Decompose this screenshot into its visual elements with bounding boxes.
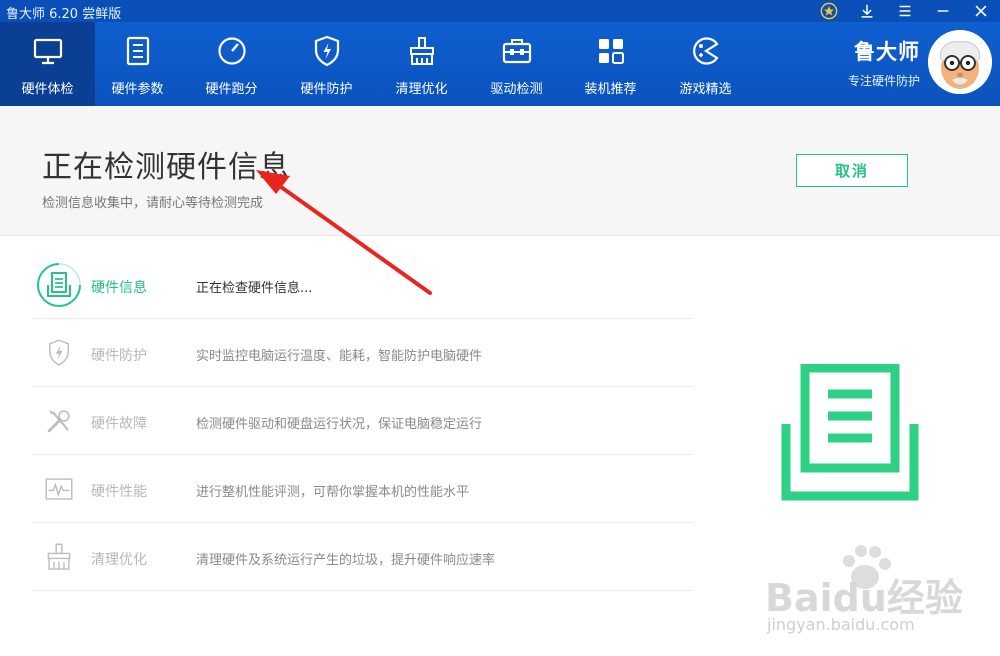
- check-name: 硬件性能: [91, 484, 147, 500]
- baidu-watermark: Baidu经验 jingyan.baidu.com: [765, 545, 995, 645]
- nav-item-hardware-check[interactable]: 硬件体检: [0, 22, 95, 106]
- check-description: 清理硬件及系统运行产生的垃圾，提升硬件响应速率: [196, 553, 496, 568]
- star-icon: [820, 2, 838, 20]
- nav-label: 硬件防护: [300, 82, 353, 97]
- check-name: 清理优化: [91, 552, 147, 568]
- shield-bolt-icon: [314, 35, 339, 67]
- watermark-text: Baidu经验: [765, 576, 963, 620]
- check-name: 硬件信息: [91, 280, 147, 296]
- brand: 鲁大师 专注硬件防护: [848, 36, 920, 89]
- close-icon: [975, 5, 987, 17]
- minimize-icon: [937, 10, 949, 12]
- toolbox-icon: [502, 39, 531, 64]
- window-controls: [810, 0, 1000, 22]
- minimize-button[interactable]: [924, 0, 962, 22]
- menu-button[interactable]: [886, 0, 924, 22]
- nav-label: 装机推荐: [584, 82, 637, 97]
- nav-item-cleanup[interactable]: 清理优化: [374, 22, 469, 106]
- shield-bolt-icon: [35, 329, 83, 377]
- check-description: 检测硬件驱动和硬盘运行状况，保证电脑稳定运行: [196, 417, 483, 432]
- nav-label: 硬件体检: [21, 82, 74, 97]
- close-button[interactable]: [962, 0, 1000, 22]
- page-subtitle: 检测信息收集中，请耐心等待检测完成: [42, 196, 264, 211]
- check-status: 正在检查硬件信息...: [196, 281, 313, 296]
- nav-item-games[interactable]: 游戏精选: [658, 22, 753, 106]
- download-button[interactable]: [848, 0, 886, 22]
- document-tray-icon: [35, 261, 83, 309]
- avatar[interactable]: [928, 30, 992, 94]
- nav-label: 硬件跑分: [205, 82, 258, 97]
- broom-icon: [409, 37, 434, 65]
- download-icon: [861, 4, 873, 18]
- star-badge-button[interactable]: [810, 0, 848, 22]
- nav-item-hardware-params[interactable]: 硬件参数: [90, 22, 185, 106]
- nav-label: 游戏精选: [679, 82, 732, 97]
- page-title: 正在检测硬件信息: [42, 150, 290, 185]
- main-nav: 硬件体检 硬件参数 硬件跑分 硬件防护 清理优化 驱动检测 装机推荐 游戏精选 …: [0, 22, 1000, 106]
- document-tray-icon: [781, 364, 919, 501]
- grid-icon: [598, 39, 624, 64]
- cancel-button[interactable]: 取消: [796, 154, 908, 187]
- check-description: 进行整机性能评测，可帮你掌握本机的性能水平: [196, 485, 470, 500]
- speedometer-icon: [217, 37, 246, 65]
- menu-icon: [899, 5, 911, 17]
- nav-item-driver[interactable]: 驱动检测: [469, 22, 564, 106]
- nav-item-protection[interactable]: 硬件防护: [279, 22, 374, 106]
- gamepad-icon: [692, 37, 719, 65]
- scan-header: 正在检测硬件信息 检测信息收集中，请耐心等待检测完成 取消: [0, 106, 1000, 236]
- pulse-icon: [35, 465, 83, 513]
- watermark-url: jingyan.baidu.com: [767, 615, 915, 634]
- check-name: 硬件故障: [91, 416, 147, 432]
- nav-label: 硬件参数: [111, 82, 164, 97]
- nav-label: 驱动检测: [490, 82, 543, 97]
- check-row-cleanup: 清理优化 清理硬件及系统运行产生的垃圾，提升硬件响应速率: [33, 523, 693, 591]
- title-bar: 鲁大师 6.20 尝鲜版: [0, 0, 1000, 22]
- nav-label: 清理优化: [395, 82, 448, 97]
- check-row-hardware-protection: 硬件防护 实时监控电脑运行温度、能耗，智能防护电脑硬件: [33, 319, 693, 387]
- app-title: 鲁大师 6.20 尝鲜版: [6, 7, 122, 22]
- check-list: 硬件信息 正在检查硬件信息... 硬件防护 实时监控电脑运行温度、能耗，智能防护…: [33, 251, 693, 591]
- nav-item-benchmark[interactable]: 硬件跑分: [184, 22, 279, 106]
- check-row-hardware-performance: 硬件性能 进行整机性能评测，可帮你掌握本机的性能水平: [33, 455, 693, 523]
- broom-icon: [35, 533, 83, 581]
- list-icon: [126, 36, 149, 66]
- check-row-hardware-fault: 硬件故障 检测硬件驱动和硬盘运行状况，保证电脑稳定运行: [33, 387, 693, 455]
- nav-item-recommend[interactable]: 装机推荐: [563, 22, 658, 106]
- tools-icon: [35, 397, 83, 445]
- check-name: 硬件防护: [91, 348, 147, 364]
- brand-slogan: 专注硬件防护: [847, 74, 920, 88]
- check-row-hardware-info: 硬件信息 正在检查硬件信息...: [33, 251, 693, 319]
- monitor-icon: [33, 38, 62, 65]
- check-description: 实时监控电脑运行温度、能耗，智能防护电脑硬件: [196, 349, 483, 364]
- mascot-avatar-icon: [928, 30, 992, 94]
- brand-name: 鲁大师: [854, 40, 920, 64]
